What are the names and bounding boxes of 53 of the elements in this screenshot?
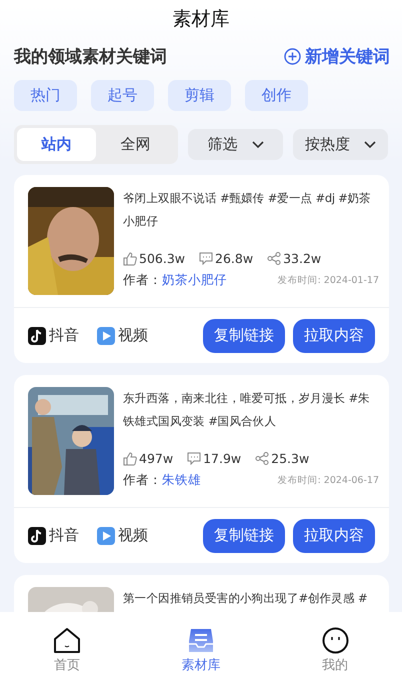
share-icon <box>255 452 270 465</box>
tray-icon <box>188 627 214 654</box>
smiley-icon <box>322 627 348 654</box>
comment-count: 26.8w <box>199 251 254 266</box>
section-heading: 我的领域素材关键词 <box>14 46 167 68</box>
nav-tab[interactable]: 我的 <box>268 626 402 686</box>
author-link[interactable]: 奶茶小肥仔 <box>162 272 227 289</box>
chevron-down-icon <box>252 140 264 148</box>
play-icon <box>97 526 115 544</box>
share-icon <box>267 252 282 265</box>
author-label: 作者： <box>123 272 162 289</box>
scope-tab[interactable]: 站内 <box>17 128 96 161</box>
video-title: 东升西落，南来北往，唯爱可抵，岁月漫长 #朱铁雄式国风变装 #国风合伙人 <box>123 390 371 430</box>
comment-icon <box>199 252 214 265</box>
publish-date: 发布时间: 2024-01-17 <box>278 274 379 287</box>
douyin-logo-icon <box>28 526 46 544</box>
content-type: 视频 <box>118 526 148 545</box>
comment-icon <box>187 452 202 465</box>
nav-tab[interactable]: 素材库 <box>134 626 268 686</box>
action-button[interactable]: 拉取内容 <box>293 518 375 552</box>
video-title: 第一个因推销员受害的小狗出现了#创作灵感 # <box>123 590 368 607</box>
keyword-chip[interactable]: 起号 <box>91 80 154 111</box>
filter-dropdown[interactable]: 筛选 <box>188 129 283 160</box>
platform-name: 抖音 <box>49 526 79 545</box>
play-icon <box>97 326 115 344</box>
page-title: 素材库 <box>172 7 230 32</box>
share-count: 33.2w <box>267 251 322 266</box>
add-keyword-button[interactable]: 新增关键词 <box>284 44 390 68</box>
content-type: 视频 <box>118 326 148 345</box>
platform-name: 抖音 <box>49 326 79 345</box>
author-link[interactable]: 朱铁雄 <box>162 472 201 489</box>
douyin-logo-icon <box>28 326 46 344</box>
video-title: 爷闭上双眼不说话 #甄嬛传 #爱一点 #dj #奶茶小肥仔 <box>123 190 372 230</box>
home-icon <box>53 627 81 654</box>
like-count: 497w <box>123 451 174 466</box>
thumbs-up-icon <box>123 452 137 466</box>
filter-dropdown[interactable]: 按热度 <box>293 129 388 160</box>
nav-tab[interactable]: 首页 <box>0 626 134 686</box>
action-button[interactable]: 复制链接 <box>203 518 285 552</box>
comment-count: 17.9w <box>187 451 242 466</box>
plus-circle-icon <box>284 48 301 64</box>
keyword-chip[interactable]: 剪辑 <box>168 80 231 111</box>
author-label: 作者： <box>123 472 162 489</box>
action-button[interactable]: 拉取内容 <box>293 318 375 352</box>
publish-date: 发布时间: 2024-06-17 <box>278 474 379 487</box>
keyword-chip[interactable]: 热门 <box>14 80 77 111</box>
thumbs-up-icon <box>123 252 137 266</box>
share-count: 25.3w <box>255 451 310 466</box>
action-button[interactable]: 复制链接 <box>203 318 285 352</box>
keyword-chip[interactable]: 创作 <box>245 80 308 111</box>
like-count: 506.3w <box>123 251 186 266</box>
chevron-down-icon <box>364 140 376 148</box>
scope-tab[interactable]: 全网 <box>96 128 175 161</box>
